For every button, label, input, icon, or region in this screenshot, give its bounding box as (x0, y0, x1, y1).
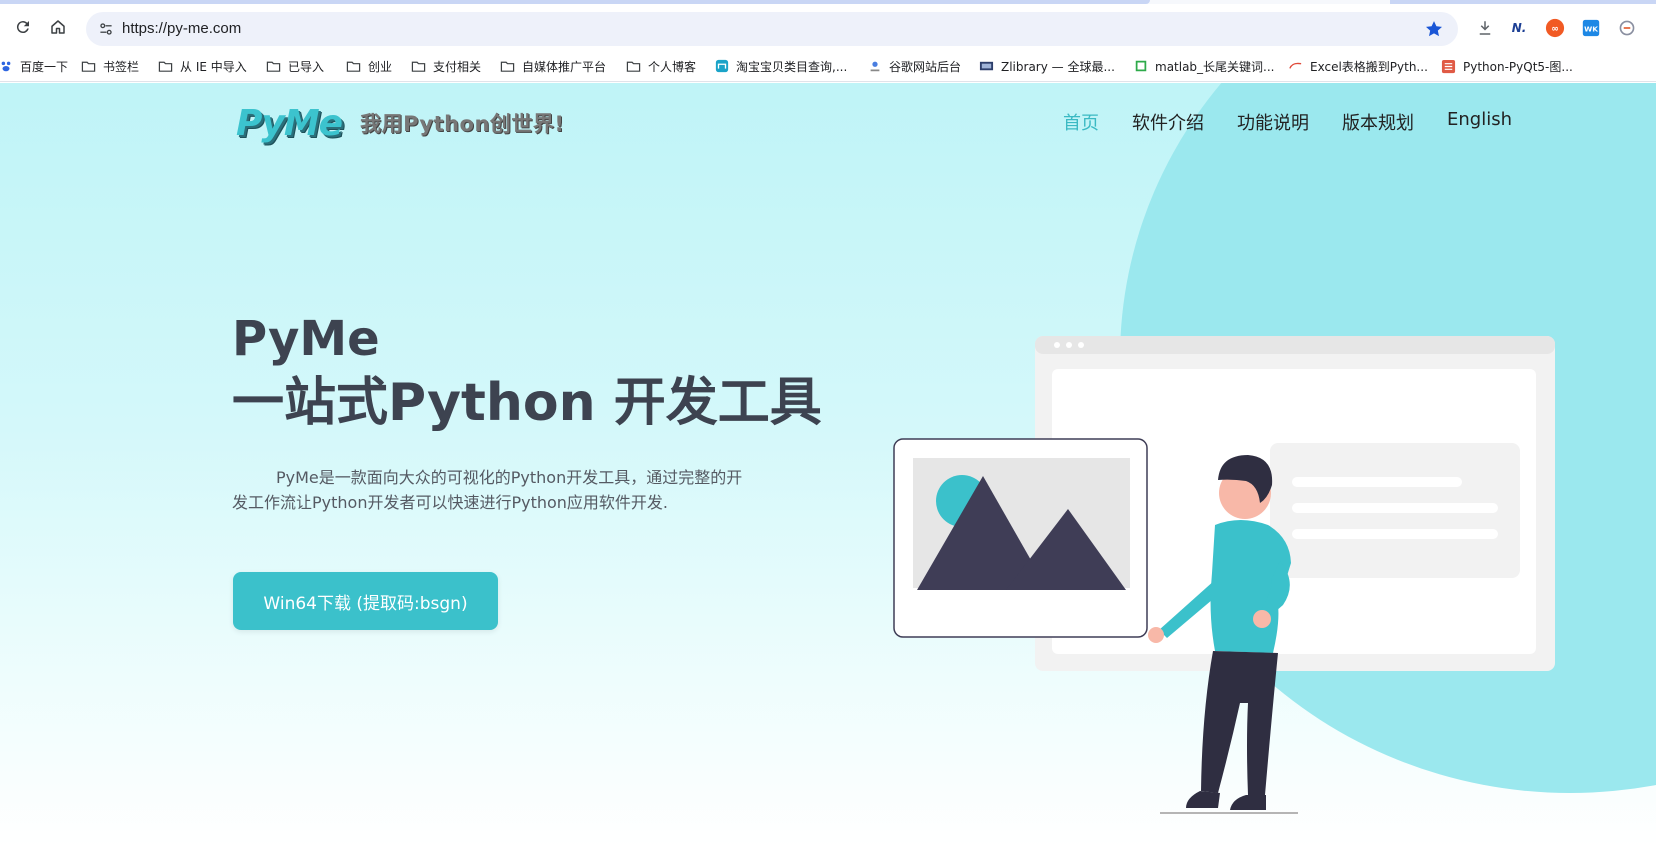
folder-icon (500, 59, 515, 74)
nav-features[interactable]: 功能说明 (1237, 109, 1309, 135)
reload-icon[interactable] (9, 13, 37, 41)
paw-icon (0, 59, 13, 74)
extension-infinity-icon[interactable]: ∞ (1544, 17, 1566, 39)
hero-title: PyMe 一站式Python 开发工具 (232, 307, 822, 435)
image-card-illustration (893, 438, 1148, 638)
extension-wk-icon[interactable]: WK (1580, 17, 1602, 39)
hero-title-line2: 一站式Python 开发工具 (232, 373, 822, 433)
folder-icon (411, 59, 426, 74)
logo-mark: PyMe (236, 102, 343, 144)
bookmark-item[interactable]: 个人博客 (626, 56, 696, 76)
folder-icon (81, 59, 96, 74)
extension-globe-icon[interactable] (1616, 17, 1638, 39)
bookmark-label: 从 IE 中导入 (180, 59, 247, 74)
folder-icon (158, 59, 173, 74)
bookmarks-bar: 百度一下 书签栏 从 IE 中导入 已导入 创业 支付相关 自媒体推广平台 个人… (0, 50, 1656, 82)
bookmark-item[interactable]: 自媒体推广平台 (500, 56, 606, 76)
bookmark-star-icon[interactable] (1424, 19, 1444, 39)
nav-software-intro[interactable]: 软件介绍 (1132, 109, 1204, 135)
bookmark-label: 已导入 (288, 59, 325, 74)
svg-text:WK: WK (1584, 24, 1598, 33)
jianshu-icon (1441, 59, 1456, 74)
bookmark-label: Zlibrary — 全球最... (1001, 59, 1115, 74)
google-icon (867, 59, 882, 74)
bookmark-item[interactable]: 从 IE 中导入 (158, 56, 247, 76)
logo-slogan: 我用Python创世界! (360, 112, 565, 136)
nav-home[interactable]: 首页 (1063, 109, 1099, 135)
site-settings-icon[interactable] (96, 19, 116, 39)
address-bar[interactable]: https://py-me.com (86, 12, 1458, 46)
matlab-icon (1133, 59, 1148, 74)
bookmark-label: 谷歌网站后台 (889, 59, 962, 74)
extension-n-icon[interactable]: N. (1508, 17, 1530, 39)
bookmark-item[interactable]: 百度一下 (0, 56, 68, 76)
folder-icon (266, 59, 281, 74)
bookmark-item[interactable]: Python-PyQt5-图... (1441, 56, 1573, 76)
bookmark-label: 个人博客 (648, 59, 697, 74)
bookmark-item[interactable]: 支付相关 (411, 56, 481, 76)
csdn-icon (1288, 59, 1303, 74)
site-logo[interactable]: PyMe 我用Python创世界! (236, 102, 565, 144)
hero-illustration (893, 336, 1555, 814)
zlibrary-icon (979, 59, 994, 74)
folder-icon (346, 59, 361, 74)
taobao-icon (714, 59, 729, 74)
bookmark-label: 淘宝宝贝类目查询,... (736, 59, 848, 74)
bookmark-item[interactable]: matlab_长尾关键词... (1133, 56, 1275, 76)
bookmark-label: 创业 (368, 59, 393, 74)
hero-description: PyMe是一款面向大众的可视化的Python开发工具，通过完整的开发工作流让Py… (232, 468, 743, 512)
bookmark-label: 支付相关 (433, 59, 482, 74)
svg-text:∞: ∞ (1551, 25, 1559, 35)
folder-icon (626, 59, 641, 74)
bookmark-item[interactable]: 已导入 (266, 56, 324, 76)
bookmark-label: Python-PyQt5-图... (1463, 59, 1573, 74)
nav-roadmap[interactable]: 版本规划 (1342, 109, 1414, 135)
download-icon[interactable] (1474, 17, 1496, 39)
bookmark-item[interactable]: 创业 (346, 56, 392, 76)
bookmark-item[interactable]: Zlibrary — 全球最... (979, 56, 1115, 76)
bookmark-label: 百度一下 (20, 59, 69, 74)
main-nav: 首页 软件介绍 功能说明 版本规划 English (1063, 109, 1512, 135)
bookmark-item[interactable]: 谷歌网站后台 (867, 56, 961, 76)
bookmark-label: 自媒体推广平台 (522, 59, 607, 74)
bookmark-item[interactable]: 淘宝宝贝类目查询,... (714, 56, 847, 76)
bookmark-label: matlab_长尾关键词... (1155, 59, 1275, 74)
page-viewport: PyMe 我用Python创世界! 首页 软件介绍 功能说明 版本规划 Engl… (0, 83, 1656, 847)
browser-toolbar: https://py-me.com N. ∞ WK (0, 4, 1656, 50)
bookmark-item[interactable]: 书签栏 (81, 56, 139, 76)
download-button[interactable]: Win64下载 (提取码:bsgn) (233, 572, 498, 630)
bookmark-label: Excel表格搬到Pyth... (1310, 59, 1428, 74)
nav-english[interactable]: English (1447, 109, 1512, 135)
bookmark-label: 书签栏 (103, 59, 140, 74)
hero-title-line1: PyMe (232, 311, 380, 367)
url-text[interactable]: https://py-me.com (122, 20, 241, 37)
bookmark-item[interactable]: Excel表格搬到Pyth... (1288, 56, 1428, 76)
home-icon[interactable] (44, 13, 72, 41)
